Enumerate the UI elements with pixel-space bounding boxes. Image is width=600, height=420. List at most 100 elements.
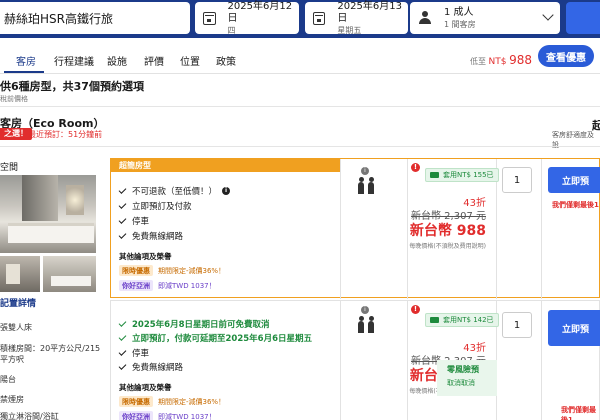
price-prefix: 低至 [470,57,486,66]
per-night-note: 每晚價格(不須稅及費用說明) [409,243,486,250]
room-quantity-select[interactable]: 1 [502,312,532,338]
check-icon [118,319,127,327]
alert-icon: ! [411,305,420,314]
chevron-down-icon [542,9,554,21]
price-amount: 988 [509,53,532,67]
hotel-search-input[interactable]: 赫絲珀HSR高鐵行旅 [0,2,190,34]
room-main-photo[interactable] [0,175,96,253]
guest-selector[interactable]: 1 成人 1 間客房 [410,2,560,34]
coupon-text: 套用NT$ 155已 [443,171,494,179]
room-thumbnail[interactable] [43,256,96,292]
promo-row: 限時優惠 期間限定-減價36%！ [119,396,225,407]
search-bar: 赫絲珀HSR高鐵行旅 2025年6月12日 四 2025年6月13日 星期五 1… [0,0,600,38]
current-price: 新台幣 988 [409,223,486,239]
tab-reviews[interactable]: 評價 [144,53,164,68]
risk-free-booking-box: 零風險預 取消取消 [437,360,497,396]
search-button[interactable] [566,2,600,34]
promo-row: 你好亞洲 即減TWD 1037！ [119,411,216,420]
feature-text: 立即預訂及付款 [132,202,192,212]
free-cancel-feature: 2025年6月8日星期日前可免費取消 [118,318,270,330]
offer-card: 2025年6月8日星期日前可免費取消 立即預訂，付款可延期至2025年6月6日星… [110,300,600,420]
rooms-left-warning: 我們僅剩最後1 [561,406,596,420]
offer-feature: 不可退款（至低價！） i [118,185,231,197]
checkin-date-picker[interactable]: 2025年6月12日 四 [195,0,299,35]
feature-text: 不可退款（至低價！） [132,187,218,197]
feature-text: 停車 [132,349,150,359]
checkout-date: 2025年6月13日 [337,0,402,24]
price-currency: NT$ [488,57,507,67]
alert-icon: ! [411,163,420,172]
calendar-icon [313,11,326,25]
risk-free-subtitle: 取消取消 [447,379,475,387]
check-icon [118,231,127,239]
promo-text: 期間限定-減價36%！ [158,266,226,275]
hotel-name-value: 赫絲珀HSR高鐵行旅 [4,11,113,26]
ticket-icon [430,317,439,323]
feature-text: 2025年6月8日星期日前可免費取消 [132,320,270,330]
extras-heading: 其他論項及榮譽 [119,252,172,261]
section-tabs: 客房 行程建議 設施 評價 位置 政策 低至 NT$ 988 查看優惠 [0,40,600,74]
check-icon [118,362,127,370]
checkin-date: 2025年6月12日 [227,0,293,24]
person-icon [418,11,432,25]
room-spec-bed: 張雙人床 [0,323,32,332]
check-icon [118,216,127,224]
checkin-day: 四 [227,25,236,35]
divider [0,146,600,147]
feature-text: 停車 [132,217,150,227]
hello-asia-chip: 你好亞洲 [119,411,153,420]
check-icon [118,348,127,356]
info-icon[interactable]: i [222,187,231,195]
offer-card: 超簡房型 不可退款（至低價！） i 立即預訂及付款 停車 免費無線網路 其他論項及… [110,158,600,299]
divider [0,106,600,107]
tab-itinerary[interactable]: 行程建議 [54,53,94,68]
feature-text: 免費無線網路 [132,232,184,242]
two-person-icon [358,312,378,338]
promo-row: 限時優惠 期間限定-減價36%！ [119,265,225,276]
offer-feature: 立即預訂及付款 [118,200,192,212]
offer-feature: 免費無線網路 [118,361,183,373]
offer-feature: 免費無線網路 [118,230,184,242]
tab-rooms[interactable]: 客房 [16,53,36,68]
ticket-icon [430,172,439,178]
room-spec-size: 積樣房間：20平方公尺/215 [0,344,101,353]
limited-time-chip: 限時優惠 [119,396,153,407]
promo-row: 你好亞洲 即減TWD 1037！ [119,280,216,291]
recent-booking-text: 最近預訂：51分鐘前 [28,130,103,139]
promo-text: 即減TWD 1037！ [158,412,216,420]
room-quantity-select[interactable]: 1 [502,167,532,193]
active-tab-indicator [4,71,44,73]
room-details-link[interactable]: 記置詳情 [0,296,36,309]
room-spec-balcony: 陽台 [0,375,16,384]
limited-time-chip: 限時優惠 [119,265,153,276]
room-comfort-note: 客房舒適度及設 [552,131,594,149]
tab-location[interactable]: 位置 [180,53,200,68]
tab-policies[interactable]: 政策 [216,53,236,68]
check-icon [118,333,127,341]
risk-free-title: 零風險預 [447,365,479,374]
rooms-left-warning: 我們僅剩最後1 [552,201,599,209]
pay-later-feature: 立即預訂，付款可延期至2025年6月6日星期五 [118,332,312,344]
two-person-icon [358,173,378,199]
book-now-button[interactable]: 立即預 [548,167,600,193]
book-now-button[interactable]: 立即預 [548,310,600,346]
view-deal-button[interactable]: 查看優惠 [538,45,594,67]
room-options-summary: 供6種房型，共37個預約選項 [0,80,144,93]
checkout-date-picker[interactable]: 2025年6月13日 星期五 [305,0,408,35]
room-thumbnail[interactable] [0,256,40,292]
lowest-price: 低至 NT$ 988 [470,53,532,67]
coupon-badge[interactable]: 套用NT$ 155已 [425,168,499,182]
room-spec-shower: 獨立淋浴間/浴缸 [0,412,59,420]
promo-text: 期間限定-減價36%！ [158,397,226,406]
coupon-badge[interactable]: 套用NT$ 142已 [425,313,499,327]
offer-feature: 停車 [118,215,150,227]
check-icon [118,201,127,209]
room-spec-nonsmoking: 禁煙房 [0,395,24,404]
room-count: 1 間客房 [444,19,476,29]
guest-count: 1 成人 [444,6,474,18]
tab-facilities[interactable]: 設施 [107,53,127,68]
room-space-heading: 空間 [0,163,19,173]
offer-feature: 停車 [118,347,150,359]
check-icon [118,186,127,194]
feature-text: 立即預訂，付款可延期至2025年6月6日星期五 [132,334,312,344]
